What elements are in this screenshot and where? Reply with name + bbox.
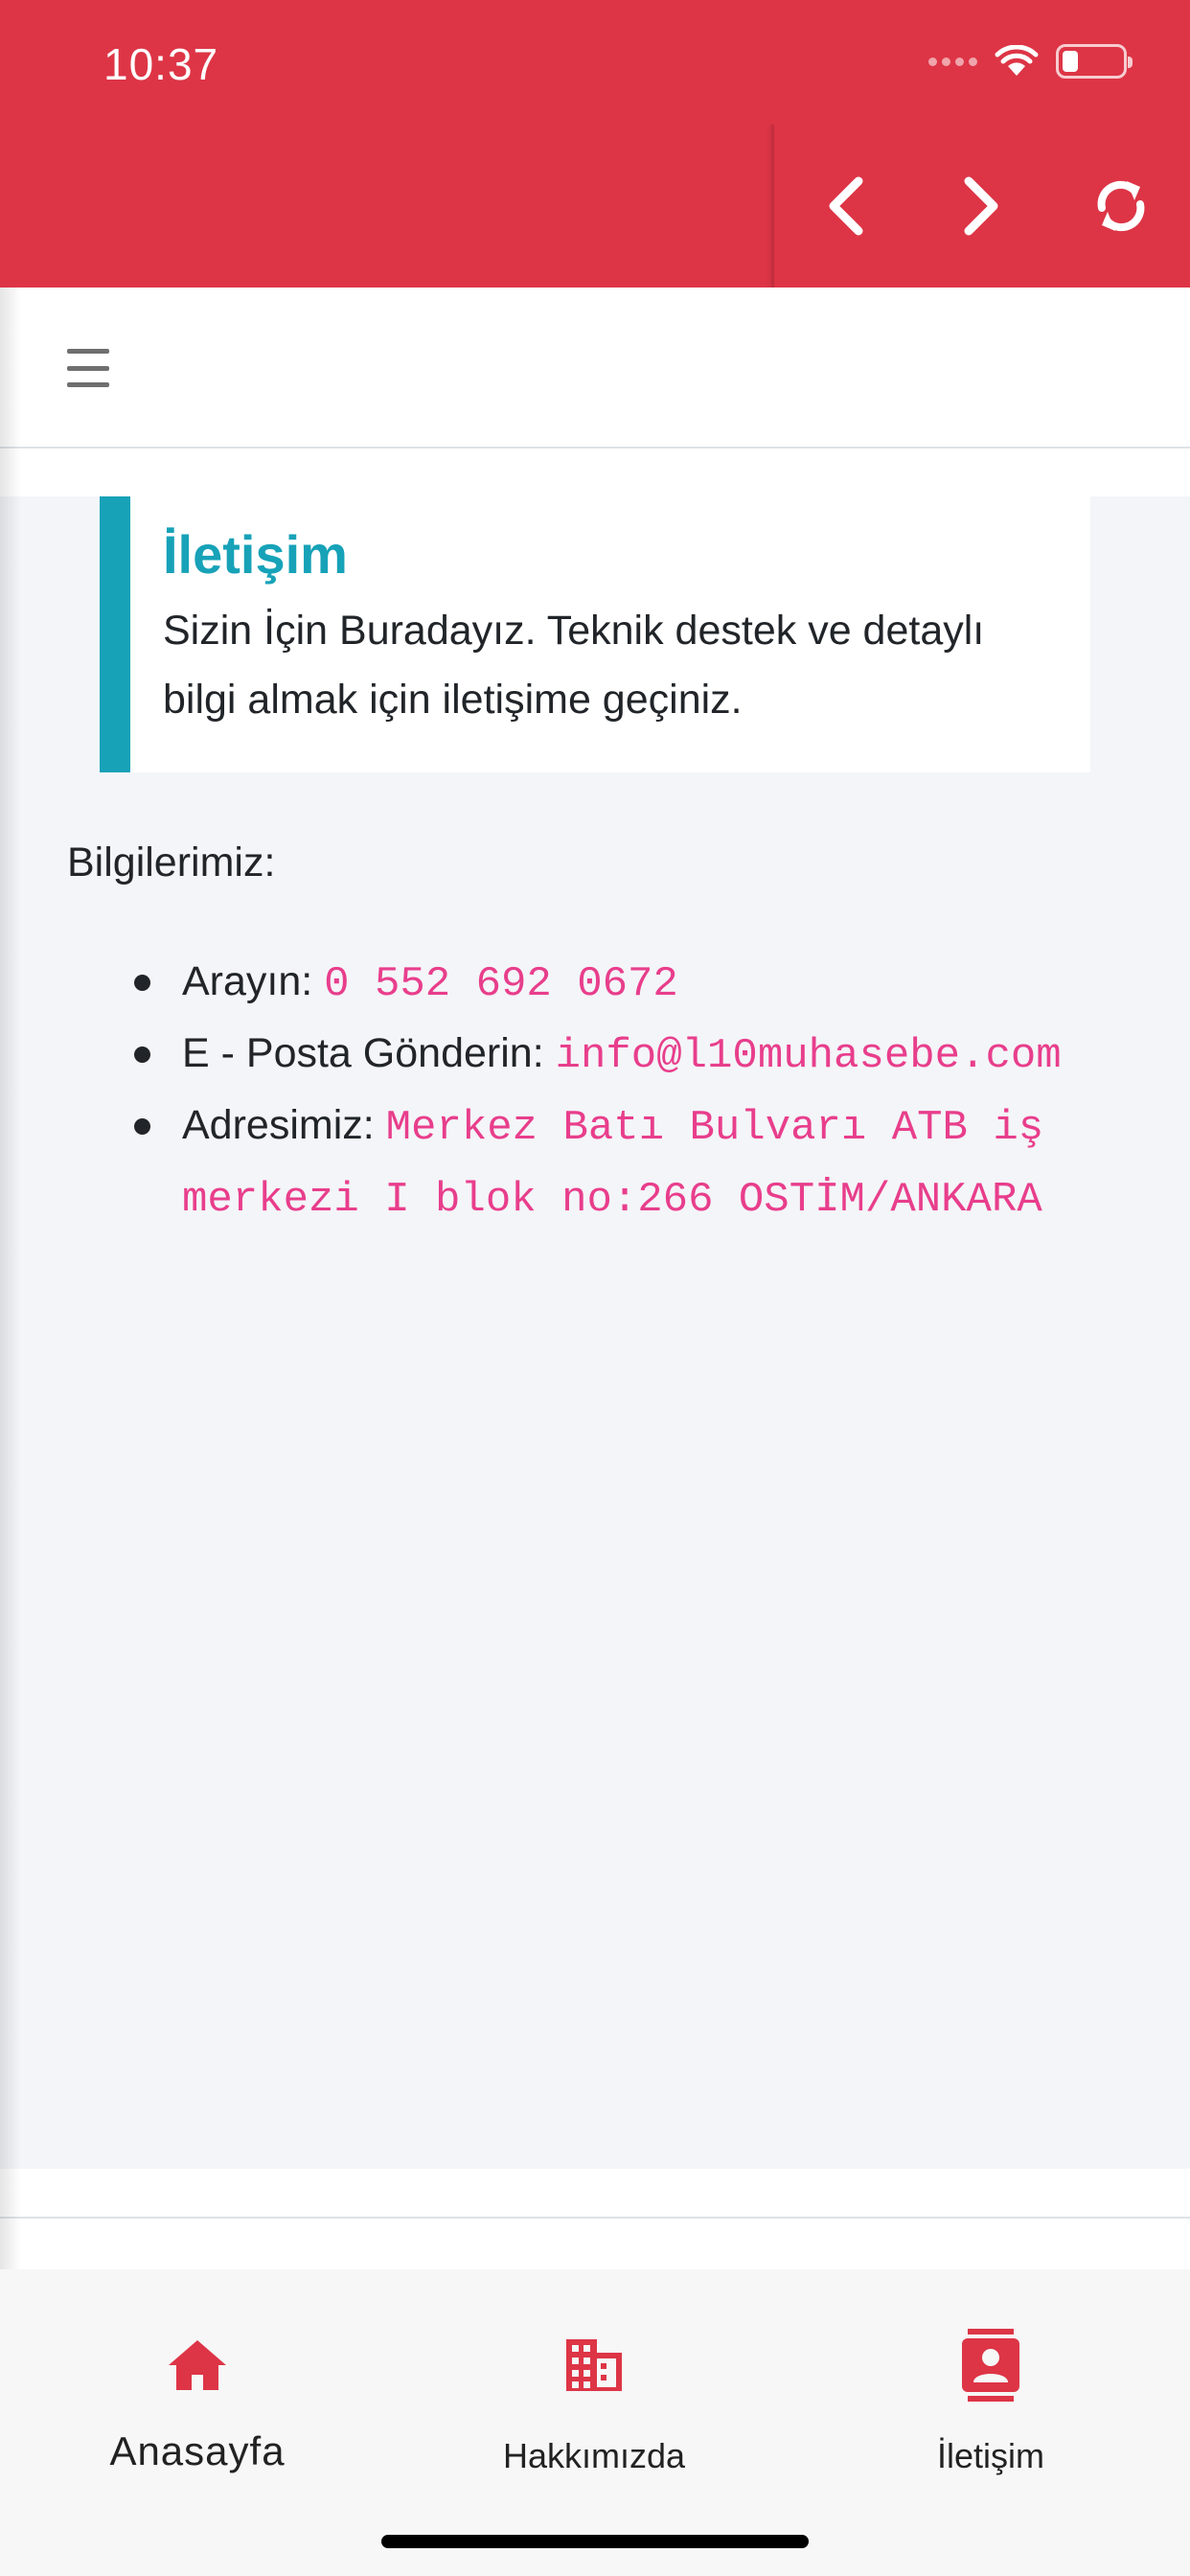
menu-toggle-button[interactable] (57, 343, 119, 393)
site-navbar (0, 288, 1190, 448)
app-header: 10:37 (0, 0, 1190, 288)
info-heading: Bilgilerimiz: (67, 840, 276, 886)
email-value[interactable]: info@l10muhasebe.com (556, 1032, 1062, 1080)
tab-about[interactable]: Hakkımızda (450, 2327, 738, 2509)
hamburger-line (67, 382, 109, 387)
phone-label: Arayın: (182, 958, 325, 1004)
building-icon (566, 2339, 622, 2391)
home-icon (169, 2340, 226, 2390)
page-title: İletişim (163, 524, 348, 585)
back-button[interactable] (807, 163, 883, 249)
home-indicator (381, 2535, 809, 2548)
hamburger-line (67, 365, 109, 371)
phone-value[interactable]: 0 552 692 0672 (324, 960, 678, 1008)
tab-label-home: Anasayfa (109, 2428, 286, 2473)
bottom-tab-bar: Anasayfa Hakkımızda İletişim (0, 2269, 1190, 2576)
hamburger-line (67, 349, 109, 354)
tab-home[interactable]: Anasayfa (54, 2327, 341, 2509)
list-item-address: Adresimiz: Merkez Batı Bulvarı ATB iş me… (125, 1091, 1140, 1234)
contact-info-list: Arayın: 0 552 692 0672 E - Posta Gönderi… (125, 947, 1140, 1234)
tab-label-contact: İletişim (936, 2436, 1044, 2475)
main-content: İletişim Sizin İçin Buradayız. Teknik de… (0, 496, 1190, 2169)
chevron-left-icon (829, 176, 863, 236)
tab-contact[interactable]: İletişim (847, 2327, 1134, 2509)
reload-button[interactable] (1083, 163, 1159, 249)
tab-label-about: Hakkımızda (502, 2436, 686, 2475)
bullet-icon (134, 1046, 150, 1063)
list-item-email: E - Posta Gönderin: info@l10muhasebe.com (125, 1019, 1140, 1091)
web-content: İletişim Sizin İçin Buradayız. Teknik de… (0, 288, 1190, 2269)
bullet-icon (134, 975, 150, 991)
forward-button[interactable] (944, 163, 1020, 249)
status-time: 10:37 (103, 39, 219, 89)
wifi-icon (995, 45, 1039, 76)
email-label: E - Posta Gönderin: (182, 1030, 556, 1076)
cellular-signal-icon (928, 57, 977, 66)
toolbar-divider (771, 125, 774, 288)
footer-divider (0, 2217, 1190, 2219)
address-label: Adresimiz: (182, 1102, 386, 1148)
callout-text: Sizin İçin Buradayız. Teknik destek ve d… (163, 608, 985, 723)
status-icons (928, 44, 1133, 79)
chevron-right-icon (964, 176, 998, 236)
contact-card-icon (962, 2329, 1019, 2402)
sync-icon (1097, 180, 1145, 232)
bullet-icon (134, 1118, 150, 1135)
contact-callout: İletişim Sizin İçin Buradayız. Teknik de… (100, 496, 1090, 772)
battery-icon (1056, 44, 1133, 79)
list-item-phone: Arayın: 0 552 692 0672 (125, 947, 1140, 1019)
